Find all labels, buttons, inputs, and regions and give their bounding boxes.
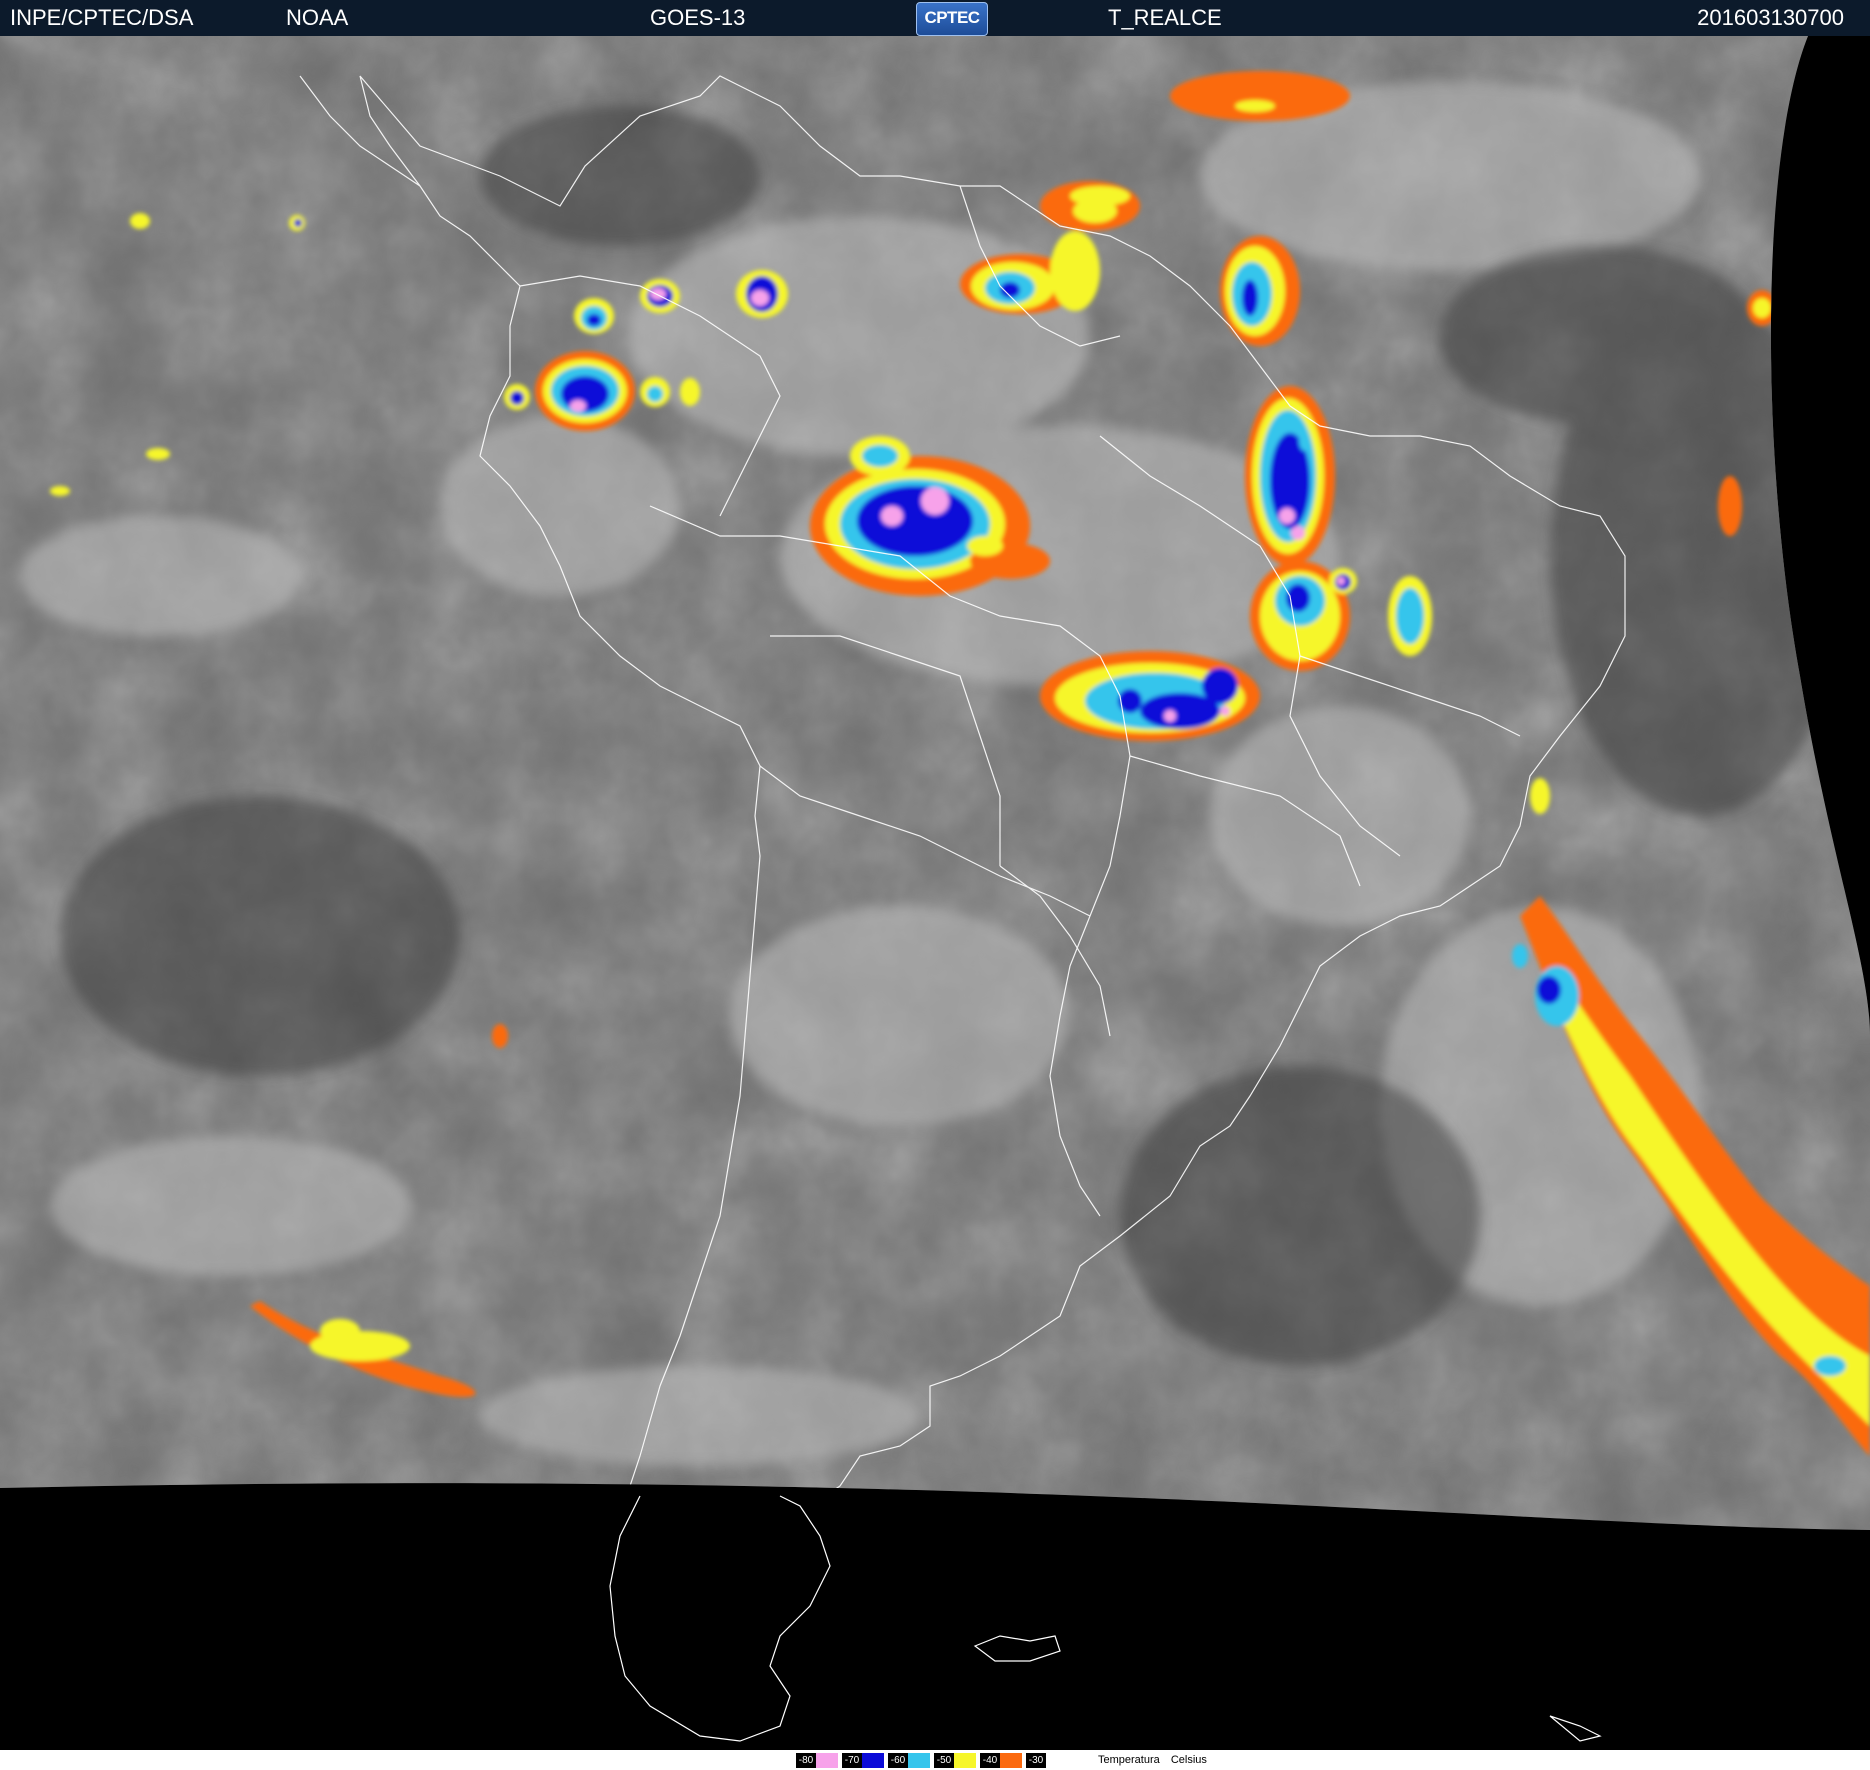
temperature-legend: -80 -70 -60 -50 -40 -30 Temperatura Cels… <box>0 1750 1870 1770</box>
storm-cell-north-1 <box>574 298 614 334</box>
satellite-image <box>0 36 1870 1750</box>
satellite-map-svg <box>0 36 1870 1750</box>
legend-swatch <box>816 1753 838 1768</box>
legend-value: -60 <box>888 1753 908 1768</box>
legend-swatch <box>862 1753 884 1768</box>
legend-swatch <box>954 1753 976 1768</box>
timestamp-label: 201603130700 <box>1697 5 1844 30</box>
storm-cell-north-3 <box>736 270 788 318</box>
product-label: T_REALCE <box>1108 5 1222 30</box>
legend-value: -70 <box>842 1753 862 1768</box>
agency-label: NOAA <box>286 5 349 30</box>
storm-cell-goias <box>1040 651 1260 741</box>
satellite-label: GOES-13 <box>650 5 746 30</box>
legend-swatch <box>1000 1753 1022 1768</box>
legend-value: -40 <box>980 1753 1000 1768</box>
legend-caption: Temperatura Celsius <box>1098 1754 1215 1766</box>
legend-caption-unit: Celsius <box>1170 1754 1207 1766</box>
institution-label: INPE/CPTEC/DSA <box>10 5 194 30</box>
storm-cell-para <box>1245 386 1335 566</box>
storm-cell-west-amazon <box>535 351 635 431</box>
header-bar: INPE/CPTEC/DSA NOAA GOES-13 CPTEC T_REAL… <box>0 0 1870 36</box>
legend-swatch <box>1046 1753 1068 1768</box>
legend-swatch <box>908 1753 930 1768</box>
legend-value: -30 <box>1026 1753 1046 1768</box>
legend-value: -80 <box>796 1753 816 1768</box>
legend-value: -50 <box>934 1753 954 1768</box>
cptec-logo: CPTEC <box>916 2 988 36</box>
legend-caption-word: Temperatura <box>1098 1754 1160 1766</box>
